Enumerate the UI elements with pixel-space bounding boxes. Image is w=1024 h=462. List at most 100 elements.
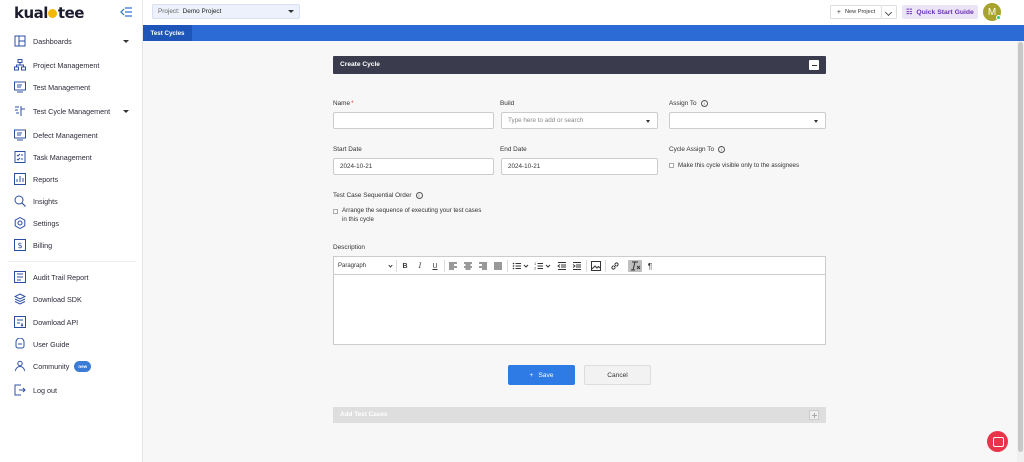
paragraph-format-label: Paragraph (338, 263, 367, 269)
collapse-panel-button[interactable] (809, 60, 819, 70)
monitor-icon (14, 81, 26, 93)
plus-icon: + (836, 8, 841, 16)
collapse-sidebar-icon[interactable] (120, 7, 132, 17)
info-icon[interactable]: i (700, 100, 708, 107)
sidebar-item-label: Task Management (33, 152, 92, 162)
build-label: Build (500, 100, 515, 107)
logo-dot (48, 9, 58, 18)
info-icon[interactable]: i (718, 146, 725, 153)
sidebar-item-label: Insights (33, 196, 58, 206)
tab-bar: Test Cycles (143, 25, 1024, 41)
assign-to-select[interactable] (669, 112, 826, 129)
project-value: Demo Project (182, 8, 222, 15)
sidebar-item-dashboards[interactable]: Dashboards (14, 34, 72, 48)
editor-toolbar: Paragraph B I U 12 ¶ (334, 257, 825, 275)
sidebar-item-settings[interactable]: Settings (14, 216, 59, 230)
svg-text:$: $ (18, 241, 23, 250)
toolbar-divider (444, 260, 445, 272)
italic-icon[interactable]: I (415, 260, 425, 272)
sidebar-item-label: Dashboards (33, 36, 72, 46)
chat-support-button[interactable] (987, 431, 1008, 452)
project-selector[interactable]: Project: Demo Project (152, 4, 300, 19)
guide-icon (15, 338, 25, 349)
visible-to-assignees-checkbox[interactable] (669, 163, 674, 168)
underline-icon[interactable]: U (430, 260, 440, 272)
name-input[interactable] (333, 112, 494, 129)
sidebar-item-user-guide[interactable]: User Guide (14, 337, 69, 351)
image-icon[interactable] (591, 260, 601, 272)
sequential-order-checkbox[interactable] (333, 209, 338, 214)
chevron-down-icon[interactable] (523, 260, 529, 272)
kualitee-logo[interactable]: kual tee (14, 4, 84, 22)
sidebar-item-project-management[interactable]: Project Management (14, 58, 99, 72)
cycle-assign-to-label: Cycle Assign To i (669, 146, 725, 153)
new-project-dropdown-button[interactable] (882, 5, 897, 19)
sidebar-item-download-api[interactable]: Download API (14, 315, 78, 329)
api-icon (14, 316, 26, 328)
required-marker: * (351, 100, 354, 107)
align-right-icon[interactable] (478, 260, 488, 272)
build-placeholder: Type here to add or search (508, 117, 584, 124)
sidebar-item-insights[interactable]: Insights (14, 194, 58, 208)
link-icon[interactable] (610, 260, 620, 272)
plus-icon: + (529, 371, 534, 379)
sidebar-item-billing[interactable]: $ Billing (14, 238, 52, 252)
sidebar-item-community[interactable]: Community new (14, 359, 92, 373)
new-project-button[interactable]: + New Project (830, 5, 882, 19)
clear-format-icon[interactable] (628, 260, 642, 272)
sidebar-item-audit-trail-report[interactable]: Audit Trail Report (14, 270, 89, 284)
gear-icon (14, 217, 26, 229)
sidebar-item-label: Settings (33, 218, 59, 228)
sidebar-item-defect-management[interactable]: Defect Management (14, 128, 98, 142)
bullet-list-icon[interactable] (512, 260, 522, 272)
toolbar-divider (605, 260, 606, 272)
align-left-icon[interactable] (448, 260, 458, 272)
sidebar-item-label: Test Cycle Management (33, 106, 111, 116)
new-badge: new (74, 360, 92, 372)
outdent-icon[interactable] (557, 260, 567, 272)
dashboard-icon (14, 35, 26, 47)
chevron-down-icon (288, 10, 294, 13)
sidebar-item-reports[interactable]: Reports (14, 172, 58, 186)
chevron-down-icon (646, 120, 650, 123)
sidebar-item-task-management[interactable]: Task Management (14, 150, 92, 164)
toolbar-divider (396, 260, 397, 272)
build-select[interactable]: Type here to add or search (501, 112, 658, 129)
sidebar-divider (8, 261, 136, 262)
align-justify-icon[interactable] (493, 260, 503, 272)
sequential-order-check-label: Arrange the sequence of executing your t… (342, 207, 482, 223)
sidebar-item-test-management[interactable]: Test Management (14, 80, 90, 94)
end-date-input[interactable]: 2024-10-21 (501, 158, 658, 175)
indent-icon[interactable] (572, 260, 582, 272)
bold-icon[interactable]: B (400, 260, 410, 272)
chevron-down-icon[interactable] (123, 110, 129, 113)
cancel-button[interactable]: Cancel (584, 365, 651, 385)
toolbar-divider (586, 260, 587, 272)
sidebar-item-log-out[interactable]: Log out (14, 383, 57, 397)
save-button[interactable]: + Save (508, 365, 575, 385)
visible-to-assignees-label: Make this cycle visible only to the assi… (678, 162, 800, 169)
chevron-down-icon[interactable] (545, 260, 551, 272)
chevron-down-icon[interactable] (123, 40, 129, 43)
info-icon[interactable]: i (415, 192, 423, 199)
sidebar-item-label: Download SDK (33, 294, 82, 304)
expand-panel-button[interactable] (809, 410, 819, 420)
sidebar-item-test-cycle-management[interactable]: Test Cycle Management (14, 104, 110, 118)
paragraph-mark-icon[interactable]: ¶ (645, 260, 655, 272)
align-center-icon[interactable] (463, 260, 473, 272)
paragraph-format-select[interactable]: Paragraph (338, 260, 394, 272)
task-icon (14, 151, 26, 163)
sidebar-item-label: Community (33, 361, 70, 371)
new-project-label: New Project (844, 9, 876, 15)
start-date-input[interactable]: 2024-10-21 (333, 158, 494, 175)
numbered-list-icon[interactable]: 12 (534, 260, 544, 272)
svg-text:2: 2 (534, 267, 536, 271)
scrollbar-thumb[interactable] (1018, 42, 1023, 452)
quick-start-guide-button[interactable]: ☷ Quick Start Guide (902, 5, 978, 19)
chevron-down-icon (388, 263, 393, 268)
save-label: Save (538, 371, 554, 379)
report-icon (14, 173, 26, 185)
sidebar-item-download-sdk[interactable]: Download SDK (14, 292, 82, 306)
tab-test-cycles[interactable]: Test Cycles (143, 25, 192, 41)
layers-icon (14, 293, 26, 305)
